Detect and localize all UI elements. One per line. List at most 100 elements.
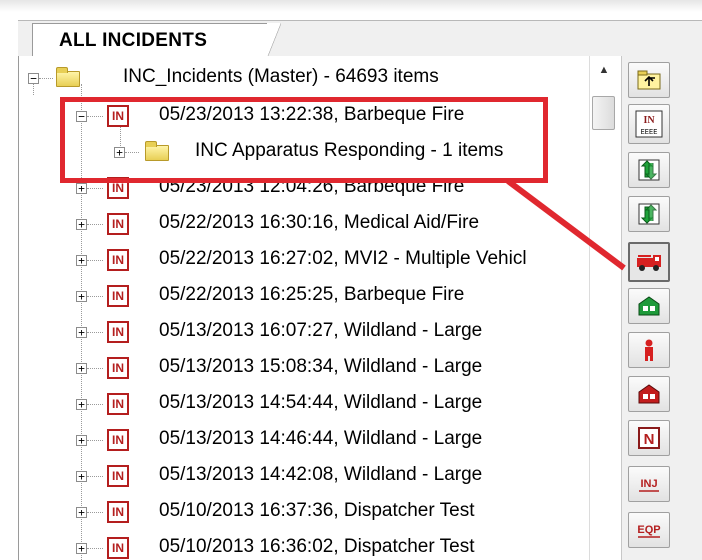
tab-all-incidents[interactable]: ALL INCIDENTS: [32, 23, 281, 58]
incident-icon: IN: [107, 285, 129, 307]
incident-form-top-text: IN: [643, 115, 655, 126]
incident-label: 05/22/2013 16:27:02, MVI2 - Multiple Veh…: [159, 248, 527, 269]
folder-icon: [56, 67, 80, 87]
tree-panel: − INC_Incidents (Master) - 64693 items −…: [18, 56, 702, 560]
tree-line: [87, 260, 103, 261]
tree-line: [87, 224, 103, 225]
person-icon: [629, 333, 669, 367]
tree-line: [87, 476, 103, 477]
incident-form-bottom-text: EEEE: [641, 129, 658, 137]
expand-icon[interactable]: +: [76, 507, 87, 518]
tree-line: [87, 440, 103, 441]
expand-icon[interactable]: +: [76, 363, 87, 374]
apparatus-button[interactable]: [628, 242, 670, 282]
injury-text: INJ: [640, 478, 657, 490]
incident-label: 05/13/2013 16:07:27, Wildland - Large: [159, 320, 483, 341]
incident-label: 05/10/2013 16:37:36, Dispatcher Test: [159, 500, 475, 521]
tree-line: [87, 404, 103, 405]
incident-label: 05/22/2013 16:25:25, Barbeque Fire: [159, 284, 465, 305]
incident-label: 05/23/2013 13:22:38, Barbeque Fire: [159, 104, 465, 125]
incident-form-button[interactable]: IN EEEE: [628, 104, 670, 144]
property-button[interactable]: [628, 376, 670, 412]
tree-row-selected-incident[interactable]: − IN 05/23/2013 13:22:38, Barbeque Fire: [19, 98, 587, 134]
scroll-thumb[interactable]: [592, 96, 615, 130]
incident-icon: IN: [107, 213, 129, 235]
tree-row-incident[interactable]: + IN 05/10/2013 16:37:36, Dispatcher Tes…: [19, 494, 587, 530]
station-button[interactable]: [628, 288, 670, 324]
side-toolbar: IN EEEE N INJ EQP: [621, 56, 702, 560]
tree-line: [87, 512, 103, 513]
tree-row-incident[interactable]: + IN 05/22/2013 16:27:02, MVI2 - Multipl…: [19, 242, 587, 278]
green-arrows-down-icon: [629, 197, 669, 231]
equipment-button[interactable]: EQP: [628, 512, 670, 548]
incident-label: 05/13/2013 14:54:44, Wildland - Large: [159, 392, 483, 413]
narrative-text: N: [644, 431, 655, 448]
folder-up-button[interactable]: [628, 62, 670, 98]
top-shadow: [0, 0, 702, 12]
narrative-icon: N: [629, 421, 669, 455]
tree-row-child-folder[interactable]: + INC Apparatus Responding - 1 items: [19, 134, 587, 170]
incident-label: 05/13/2013 14:46:44, Wildland - Large: [159, 428, 483, 449]
tab-label: ALL INCIDENTS: [59, 30, 208, 51]
expand-icon[interactable]: +: [114, 147, 125, 158]
tree-row-incident[interactable]: + IN 05/22/2013 16:25:25, Barbeque Fire: [19, 278, 587, 314]
incident-icon: IN: [107, 321, 129, 343]
expand-icon[interactable]: +: [76, 543, 87, 554]
tree-row-incident[interactable]: + IN 05/13/2013 14:42:08, Wildland - Lar…: [19, 458, 587, 494]
move-up-button[interactable]: [628, 152, 670, 188]
folder-up-icon: [629, 63, 669, 97]
tree-line: [87, 116, 103, 117]
tab-corner: [267, 23, 281, 58]
expand-icon[interactable]: +: [76, 471, 87, 482]
tree-root-row[interactable]: − INC_Incidents (Master) - 64693 items: [19, 60, 587, 96]
incident-form-icon: IN EEEE: [629, 105, 669, 143]
incident-label: 05/13/2013 15:08:34, Wildland - Large: [159, 356, 483, 377]
tree-line: [87, 296, 103, 297]
tree-line: [39, 78, 53, 79]
collapse-icon[interactable]: −: [28, 73, 39, 84]
child-folder-label: INC Apparatus Responding - 1 items: [195, 140, 504, 161]
narrative-button[interactable]: N: [628, 420, 670, 456]
tree-row-incident[interactable]: + IN 05/23/2013 12:04:26, Barbeque Fire: [19, 170, 587, 206]
tree-row-incident[interactable]: + IN 05/22/2013 16:30:16, Medical Aid/Fi…: [19, 206, 587, 242]
expand-icon[interactable]: +: [76, 399, 87, 410]
move-down-button[interactable]: [628, 196, 670, 232]
collapse-icon[interactable]: −: [76, 111, 87, 122]
expand-icon[interactable]: +: [76, 435, 87, 446]
tree-root-label: INC_Incidents (Master) - 64693 items: [123, 66, 439, 87]
tree-line: [87, 332, 103, 333]
folder-icon: [145, 141, 169, 161]
injury-icon: INJ: [629, 467, 669, 501]
expand-icon[interactable]: +: [76, 183, 87, 194]
tree-row-incident[interactable]: + IN 05/13/2013 14:46:44, Wildland - Lar…: [19, 422, 587, 458]
green-arrows-up-icon: [629, 153, 669, 187]
tree-row-incident[interactable]: + IN 05/13/2013 15:08:34, Wildland - Lar…: [19, 350, 587, 386]
personnel-button[interactable]: [628, 332, 670, 368]
incident-tree: − INC_Incidents (Master) - 64693 items −…: [19, 56, 587, 560]
incident-icon: IN: [107, 429, 129, 451]
tree-row-incident[interactable]: + IN 05/13/2013 16:07:27, Wildland - Lar…: [19, 314, 587, 350]
injury-button[interactable]: INJ: [628, 466, 670, 502]
expand-icon[interactable]: +: [76, 327, 87, 338]
expand-icon[interactable]: +: [76, 219, 87, 230]
incident-label: 05/10/2013 16:36:02, Dispatcher Test: [159, 536, 475, 557]
incident-icon: IN: [107, 105, 129, 127]
incident-icon: IN: [107, 357, 129, 379]
tree-line: [87, 548, 103, 549]
incident-icon: IN: [107, 177, 129, 199]
tab-bar: ALL INCIDENTS: [18, 20, 702, 58]
tree-row-incident[interactable]: + IN 05/13/2013 14:54:44, Wildland - Lar…: [19, 386, 587, 422]
fire-apparatus-icon: [630, 244, 668, 280]
vertical-scrollbar[interactable]: ▲: [589, 56, 618, 560]
equipment-text: EQP: [637, 524, 660, 536]
expand-icon[interactable]: +: [76, 291, 87, 302]
incident-label: 05/22/2013 16:30:16, Medical Aid/Fire: [159, 212, 480, 233]
scroll-up-icon[interactable]: ▲: [594, 64, 614, 78]
expand-icon[interactable]: +: [76, 255, 87, 266]
tree-row-incident[interactable]: + IN 05/10/2013 16:36:02, Dispatcher Tes…: [19, 530, 587, 560]
incident-icon: IN: [107, 465, 129, 487]
incident-icon: IN: [107, 393, 129, 415]
incident-icon: IN: [107, 501, 129, 523]
incident-label: 05/13/2013 14:42:08, Wildland - Large: [159, 464, 483, 485]
equipment-icon: EQP: [629, 513, 669, 547]
